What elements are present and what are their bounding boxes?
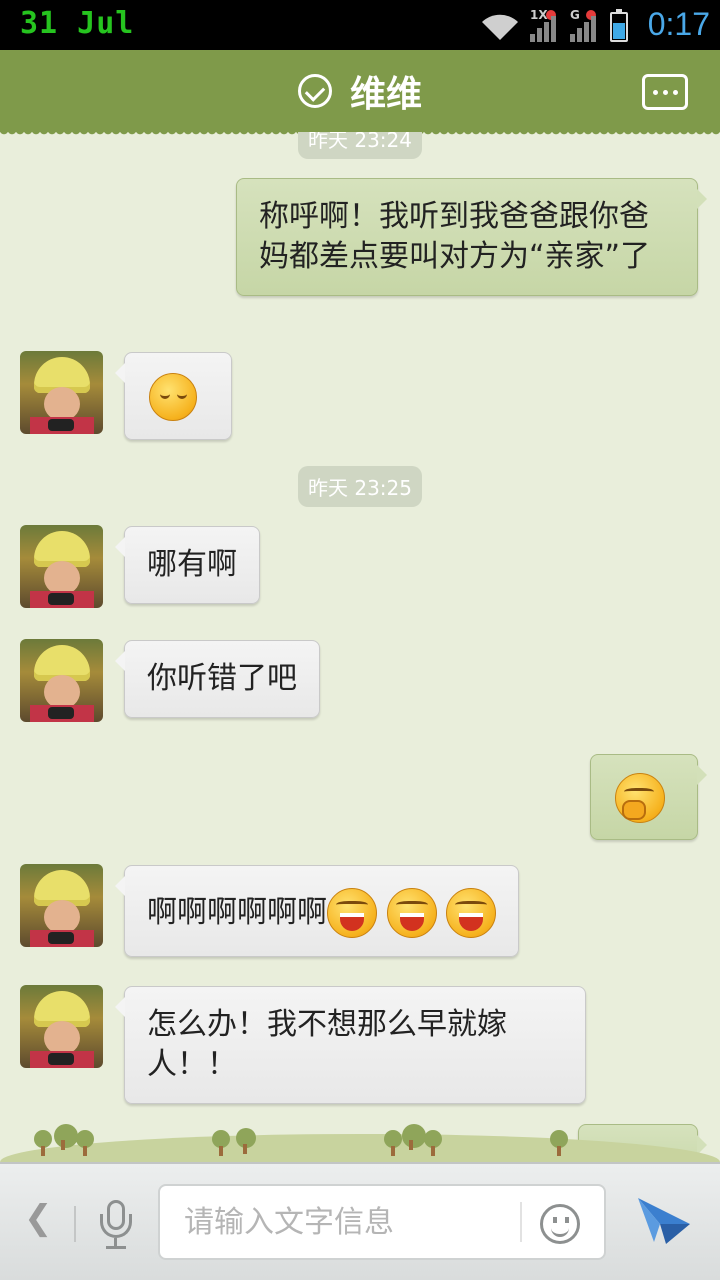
message-outgoing[interactable] — [590, 754, 707, 840]
collapse-button[interactable]: ❮ — [24, 1198, 53, 1238]
chat-info-button[interactable] — [642, 74, 688, 110]
status-icons: 1X G — [480, 8, 628, 42]
contact-avatar[interactable] — [20, 639, 103, 722]
signal-g-icon: G — [570, 8, 600, 42]
message-incoming[interactable]: 哪有啊 — [115, 526, 260, 604]
battery-icon — [610, 9, 628, 42]
contact-avatar[interactable] — [20, 351, 103, 434]
laugh-emoji-icon — [386, 888, 437, 938]
laugh-emoji-icon — [327, 888, 377, 938]
message-incoming[interactable]: 怎么办！我不想那么早就嫁人！！ — [115, 986, 586, 1104]
chat-header: 维维 — [0, 50, 720, 138]
message-list[interactable]: 昨天 23:24 称呼啊！我听到我爸爸跟你爸妈都差点要叫对方为“亲家”了 昨天 … — [0, 132, 720, 1162]
send-button[interactable] — [636, 1194, 692, 1246]
input-divider — [520, 1202, 522, 1242]
message-input[interactable] — [160, 1186, 500, 1258]
message-outgoing[interactable]: 称呼啊！我听到我爸爸跟你爸妈都差点要叫对方为“亲家”了 — [236, 178, 707, 296]
background-landscape — [0, 1100, 720, 1162]
timestamp: 昨天 23:24 — [298, 132, 422, 159]
wifi-icon — [482, 14, 518, 40]
divider — [74, 1206, 76, 1242]
message-text: 啊啊啊啊啊啊 — [147, 895, 327, 930]
contact-avatar[interactable] — [20, 525, 103, 608]
chat-title: 维维 — [349, 74, 422, 115]
shy-emoji-icon — [615, 773, 665, 823]
message-input-bar: ❮ — [0, 1162, 720, 1280]
status-date: 31 Jul — [20, 6, 135, 41]
message-input-box[interactable] — [158, 1184, 606, 1260]
verified-check-icon — [297, 74, 332, 108]
message-incoming[interactable] — [115, 352, 232, 440]
contact-avatar[interactable] — [20, 985, 103, 1068]
message-incoming[interactable]: 你听错了吧 — [115, 640, 320, 718]
sleepy-emoji-icon — [149, 373, 197, 421]
emoji-button[interactable] — [540, 1204, 580, 1244]
voice-input-button[interactable] — [98, 1200, 134, 1252]
timestamp: 昨天 23:25 — [298, 466, 422, 507]
laugh-emoji-icon — [446, 888, 497, 938]
status-bar: 31 Jul 1X G 0:17 — [0, 0, 720, 50]
message-incoming[interactable]: 啊啊啊啊啊啊 — [114, 865, 520, 957]
status-time: 0:17 — [647, 6, 710, 42]
contact-avatar[interactable] — [20, 864, 103, 947]
signal-1x-icon: 1X — [530, 8, 560, 42]
